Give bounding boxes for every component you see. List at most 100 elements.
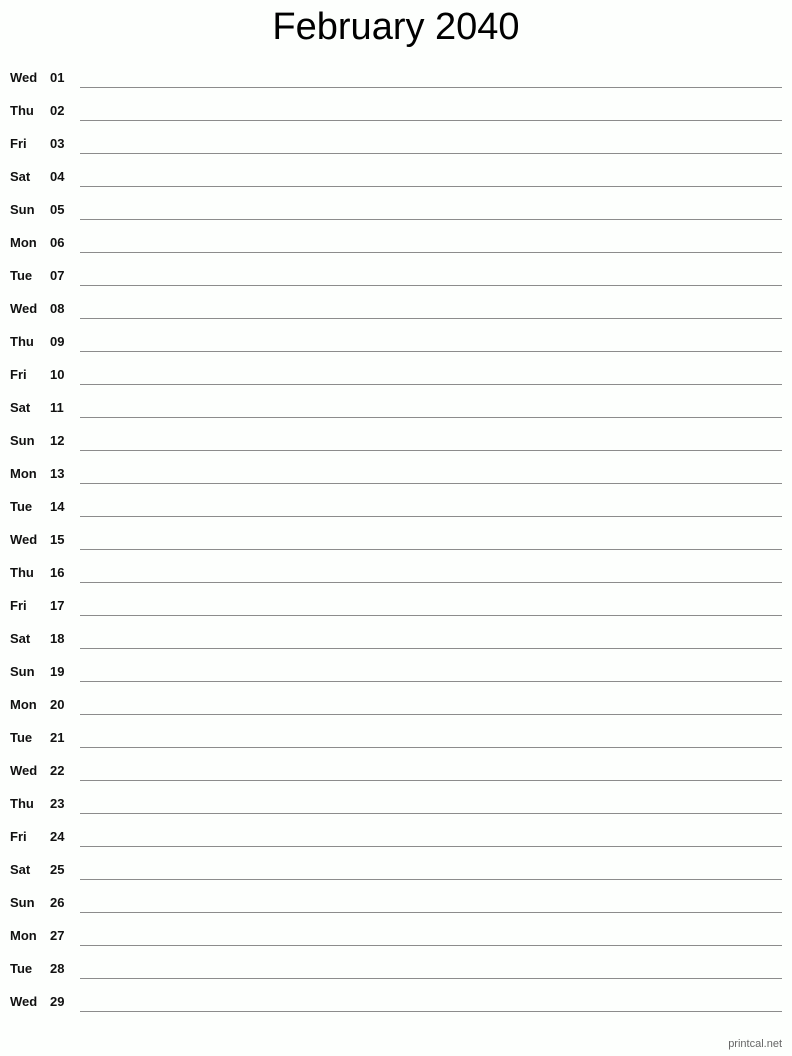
day-row: Thu 02 xyxy=(0,93,792,126)
weekday-label: Tue xyxy=(10,268,33,283)
writing-line xyxy=(80,384,782,385)
writing-line xyxy=(80,1011,782,1012)
day-row: Sun 05 xyxy=(0,192,792,225)
weekday-label: Mon xyxy=(10,928,37,943)
writing-line xyxy=(80,714,782,715)
writing-line xyxy=(80,318,782,319)
day-row: Sat 18 xyxy=(0,621,792,654)
day-row: Sat 25 xyxy=(0,852,792,885)
day-number: 21 xyxy=(50,730,65,745)
writing-line xyxy=(80,846,782,847)
writing-line xyxy=(80,945,782,946)
weekday-label: Fri xyxy=(10,136,27,151)
writing-line xyxy=(80,285,782,286)
weekday-label: Wed xyxy=(10,301,38,316)
weekday-label: Mon xyxy=(10,697,37,712)
day-row: Wed 01 xyxy=(0,60,792,93)
writing-line xyxy=(80,417,782,418)
day-row: Sun 26 xyxy=(0,885,792,918)
day-number: 22 xyxy=(50,763,65,778)
weekday-label: Tue xyxy=(10,499,33,514)
writing-line xyxy=(80,219,782,220)
day-row: Tue 14 xyxy=(0,489,792,522)
day-number: 02 xyxy=(50,103,65,118)
weekday-label: Tue xyxy=(10,961,33,976)
writing-line xyxy=(80,978,782,979)
weekday-label: Thu xyxy=(10,565,34,580)
day-row: Mon 20 xyxy=(0,687,792,720)
day-number: 29 xyxy=(50,994,65,1009)
weekday-label: Thu xyxy=(10,334,34,349)
day-row: Fri 03 xyxy=(0,126,792,159)
weekday-label: Sun xyxy=(10,664,35,679)
day-row: Thu 09 xyxy=(0,324,792,357)
day-row: Fri 24 xyxy=(0,819,792,852)
day-row: Tue 28 xyxy=(0,951,792,984)
weekday-label: Fri xyxy=(10,598,27,613)
weekday-label: Wed xyxy=(10,994,38,1009)
weekday-label: Sat xyxy=(10,169,31,184)
writing-line xyxy=(80,120,782,121)
day-row: Wed 22 xyxy=(0,753,792,786)
day-number: 10 xyxy=(50,367,65,382)
weekday-label: Thu xyxy=(10,103,34,118)
day-row: Wed 15 xyxy=(0,522,792,555)
weekday-label: Sat xyxy=(10,862,31,877)
writing-line xyxy=(80,813,782,814)
day-row: Thu 23 xyxy=(0,786,792,819)
weekday-label: Wed xyxy=(10,763,38,778)
day-number: 05 xyxy=(50,202,65,217)
day-number: 03 xyxy=(50,136,65,151)
day-number: 16 xyxy=(50,565,65,580)
day-number: 26 xyxy=(50,895,65,910)
day-number: 19 xyxy=(50,664,65,679)
day-number: 23 xyxy=(50,796,65,811)
writing-line xyxy=(80,252,782,253)
day-row: Thu 16 xyxy=(0,555,792,588)
writing-line xyxy=(80,648,782,649)
writing-line xyxy=(80,780,782,781)
day-number: 04 xyxy=(50,169,65,184)
weekday-label: Thu xyxy=(10,796,34,811)
writing-line xyxy=(80,549,782,550)
writing-line xyxy=(80,912,782,913)
day-number: 17 xyxy=(50,598,65,613)
day-row: Fri 17 xyxy=(0,588,792,621)
day-number: 07 xyxy=(50,268,65,283)
day-row: Sat 04 xyxy=(0,159,792,192)
weekday-label: Wed xyxy=(10,532,38,547)
day-number: 18 xyxy=(50,631,65,646)
day-row: Mon 13 xyxy=(0,456,792,489)
day-number: 25 xyxy=(50,862,65,877)
weekday-label: Sat xyxy=(10,400,31,415)
page-title: February 2040 xyxy=(272,6,520,48)
weekday-label: Wed xyxy=(10,70,38,85)
writing-line xyxy=(80,516,782,517)
day-row: Wed 08 xyxy=(0,291,792,324)
writing-line xyxy=(80,747,782,748)
day-row: Tue 07 xyxy=(0,258,792,291)
weekday-label: Fri xyxy=(10,829,27,844)
day-number: 06 xyxy=(50,235,65,250)
day-row: Sat 11 xyxy=(0,390,792,423)
day-number: 11 xyxy=(50,400,64,415)
footer-credit: printcal.net xyxy=(728,1038,782,1050)
day-row: Wed 29 xyxy=(0,984,792,1017)
weekday-label: Mon xyxy=(10,466,37,481)
weekday-label: Tue xyxy=(10,730,33,745)
writing-line xyxy=(80,582,782,583)
day-row: Sun 12 xyxy=(0,423,792,456)
day-number: 20 xyxy=(50,697,65,712)
day-number: 24 xyxy=(50,829,65,844)
day-number: 01 xyxy=(50,70,65,85)
day-number: 13 xyxy=(50,466,65,481)
day-number: 09 xyxy=(50,334,65,349)
day-number: 27 xyxy=(50,928,65,943)
weekday-label: Sun xyxy=(10,895,35,910)
writing-line xyxy=(80,615,782,616)
day-row: Fri 10 xyxy=(0,357,792,390)
writing-line xyxy=(80,153,782,154)
weekday-label: Sun xyxy=(10,433,35,448)
writing-line xyxy=(80,879,782,880)
writing-line xyxy=(80,483,782,484)
